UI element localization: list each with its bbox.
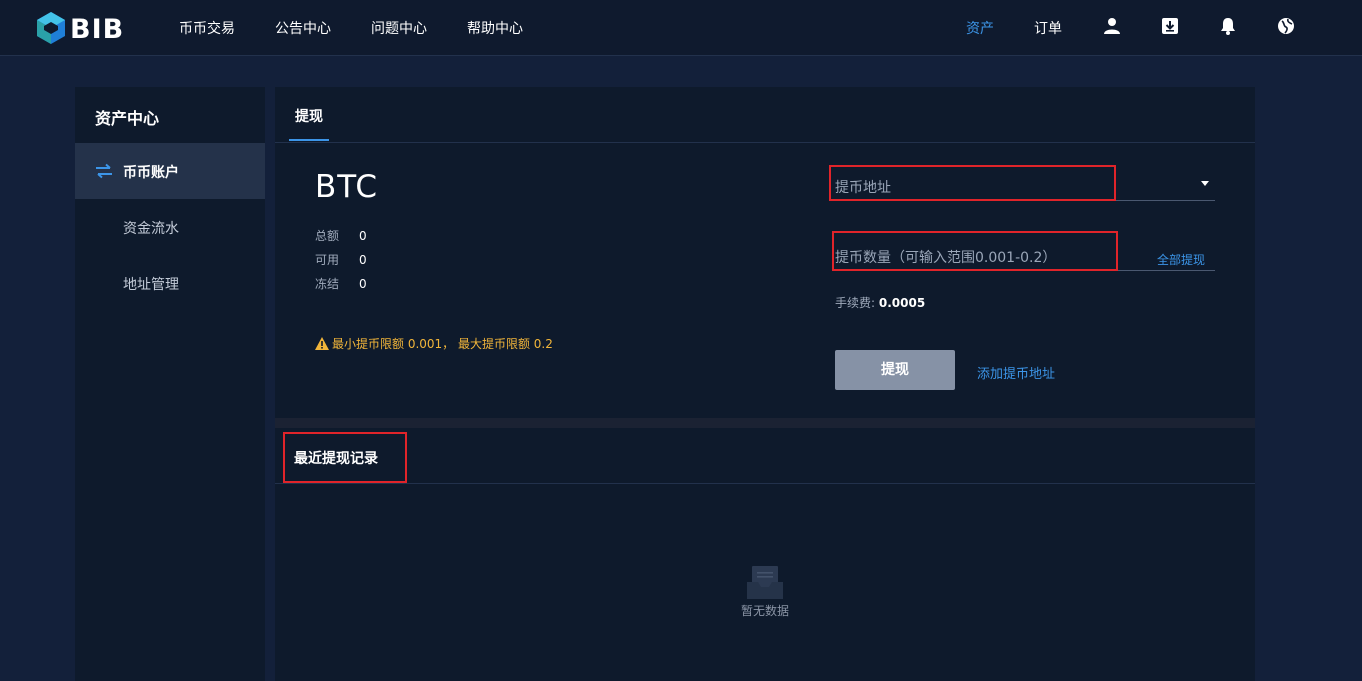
withdraw-limit-warning: 最小提币限额 0.001， 最大提币限额 0.2 [315, 335, 553, 352]
nav-item-spot-trading[interactable]: 币币交易 [179, 18, 235, 38]
highlight-box-records-title [283, 432, 407, 483]
balance-frozen-row: 冻结 0 [315, 275, 367, 292]
withdraw-button[interactable]: 提现 [835, 350, 955, 390]
warning-text: 最小提币限额 0.001， 最大提币限额 0.2 [332, 337, 553, 351]
top-navbar: BIB 币币交易 公告中心 问题中心 帮助中心 资产 订单 [0, 0, 1362, 56]
fee-label: 手续费: [835, 296, 876, 310]
globe-icon[interactable] [1276, 16, 1296, 36]
sidebar-item-fund-flow[interactable]: 资金流水 [75, 199, 265, 255]
balance-total-row: 总额 0 [315, 227, 367, 244]
chevron-down-icon[interactable] [1201, 181, 1209, 186]
highlight-box-address [829, 165, 1116, 201]
tab-bar: 提现 [275, 87, 1255, 143]
brand-name: BIB [70, 14, 125, 45]
nav-item-faq[interactable]: 问题中心 [371, 18, 427, 38]
fee-info: 手续费: 0.0005 [835, 294, 925, 311]
sidebar-title: 资产中心 [95, 109, 160, 128]
balance-value: 0 [359, 277, 367, 291]
section-divider [275, 418, 1255, 428]
empty-state-text: 暂无数据 [740, 604, 789, 618]
nav-assets-link[interactable]: 资产 [966, 18, 994, 38]
brand-logo[interactable]: BIB [34, 10, 125, 46]
coin-name: BTC [315, 169, 379, 205]
fee-value: 0.0005 [878, 296, 926, 310]
balance-value: 0 [359, 229, 367, 243]
balance-key: 总额 [315, 229, 340, 243]
download-icon[interactable] [1160, 16, 1180, 36]
withdraw-panel: 提现 BTC 总额 0 可用 0 冻结 0 最小提币限额 0.001， 最大提币限额 … [275, 87, 1255, 681]
tab-active-indicator [289, 139, 329, 141]
user-icon[interactable] [1102, 16, 1122, 36]
add-withdraw-address-link[interactable]: 添加提币地址 [977, 363, 1055, 382]
sidebar-item-label: 地址管理 [123, 277, 179, 293]
balance-value: 0 [359, 253, 367, 267]
balance-key: 冻结 [315, 277, 340, 291]
logo-mark-icon [37, 12, 65, 44]
bell-icon[interactable] [1218, 16, 1238, 36]
sidebar-item-label: 资金流水 [123, 221, 179, 237]
empty-inbox-icon [747, 566, 783, 599]
sidebar-item-label: 币币账户 [123, 165, 179, 181]
nav-item-announcements[interactable]: 公告中心 [275, 18, 331, 38]
balance-available-row: 可用 0 [315, 251, 367, 268]
highlight-box-amount [832, 231, 1118, 271]
balance-key: 可用 [315, 253, 340, 267]
sidebar-item-address-management[interactable]: 地址管理 [75, 255, 265, 311]
recent-withdrawals-header: 最近提现记录 [275, 428, 1255, 484]
sidebar-item-spot-account[interactable]: 币币账户 [75, 143, 265, 199]
warning-icon [315, 337, 329, 350]
withdraw-all-link[interactable]: 全部提现 [1157, 251, 1205, 268]
sidebar: 资产中心 币币账户 资金流水 地址管理 [75, 87, 265, 681]
tab-withdraw[interactable]: 提现 [289, 87, 329, 143]
exchange-arrows-icon [96, 163, 112, 179]
nav-orders-link[interactable]: 订单 [1034, 18, 1062, 38]
nav-item-help[interactable]: 帮助中心 [467, 18, 523, 38]
